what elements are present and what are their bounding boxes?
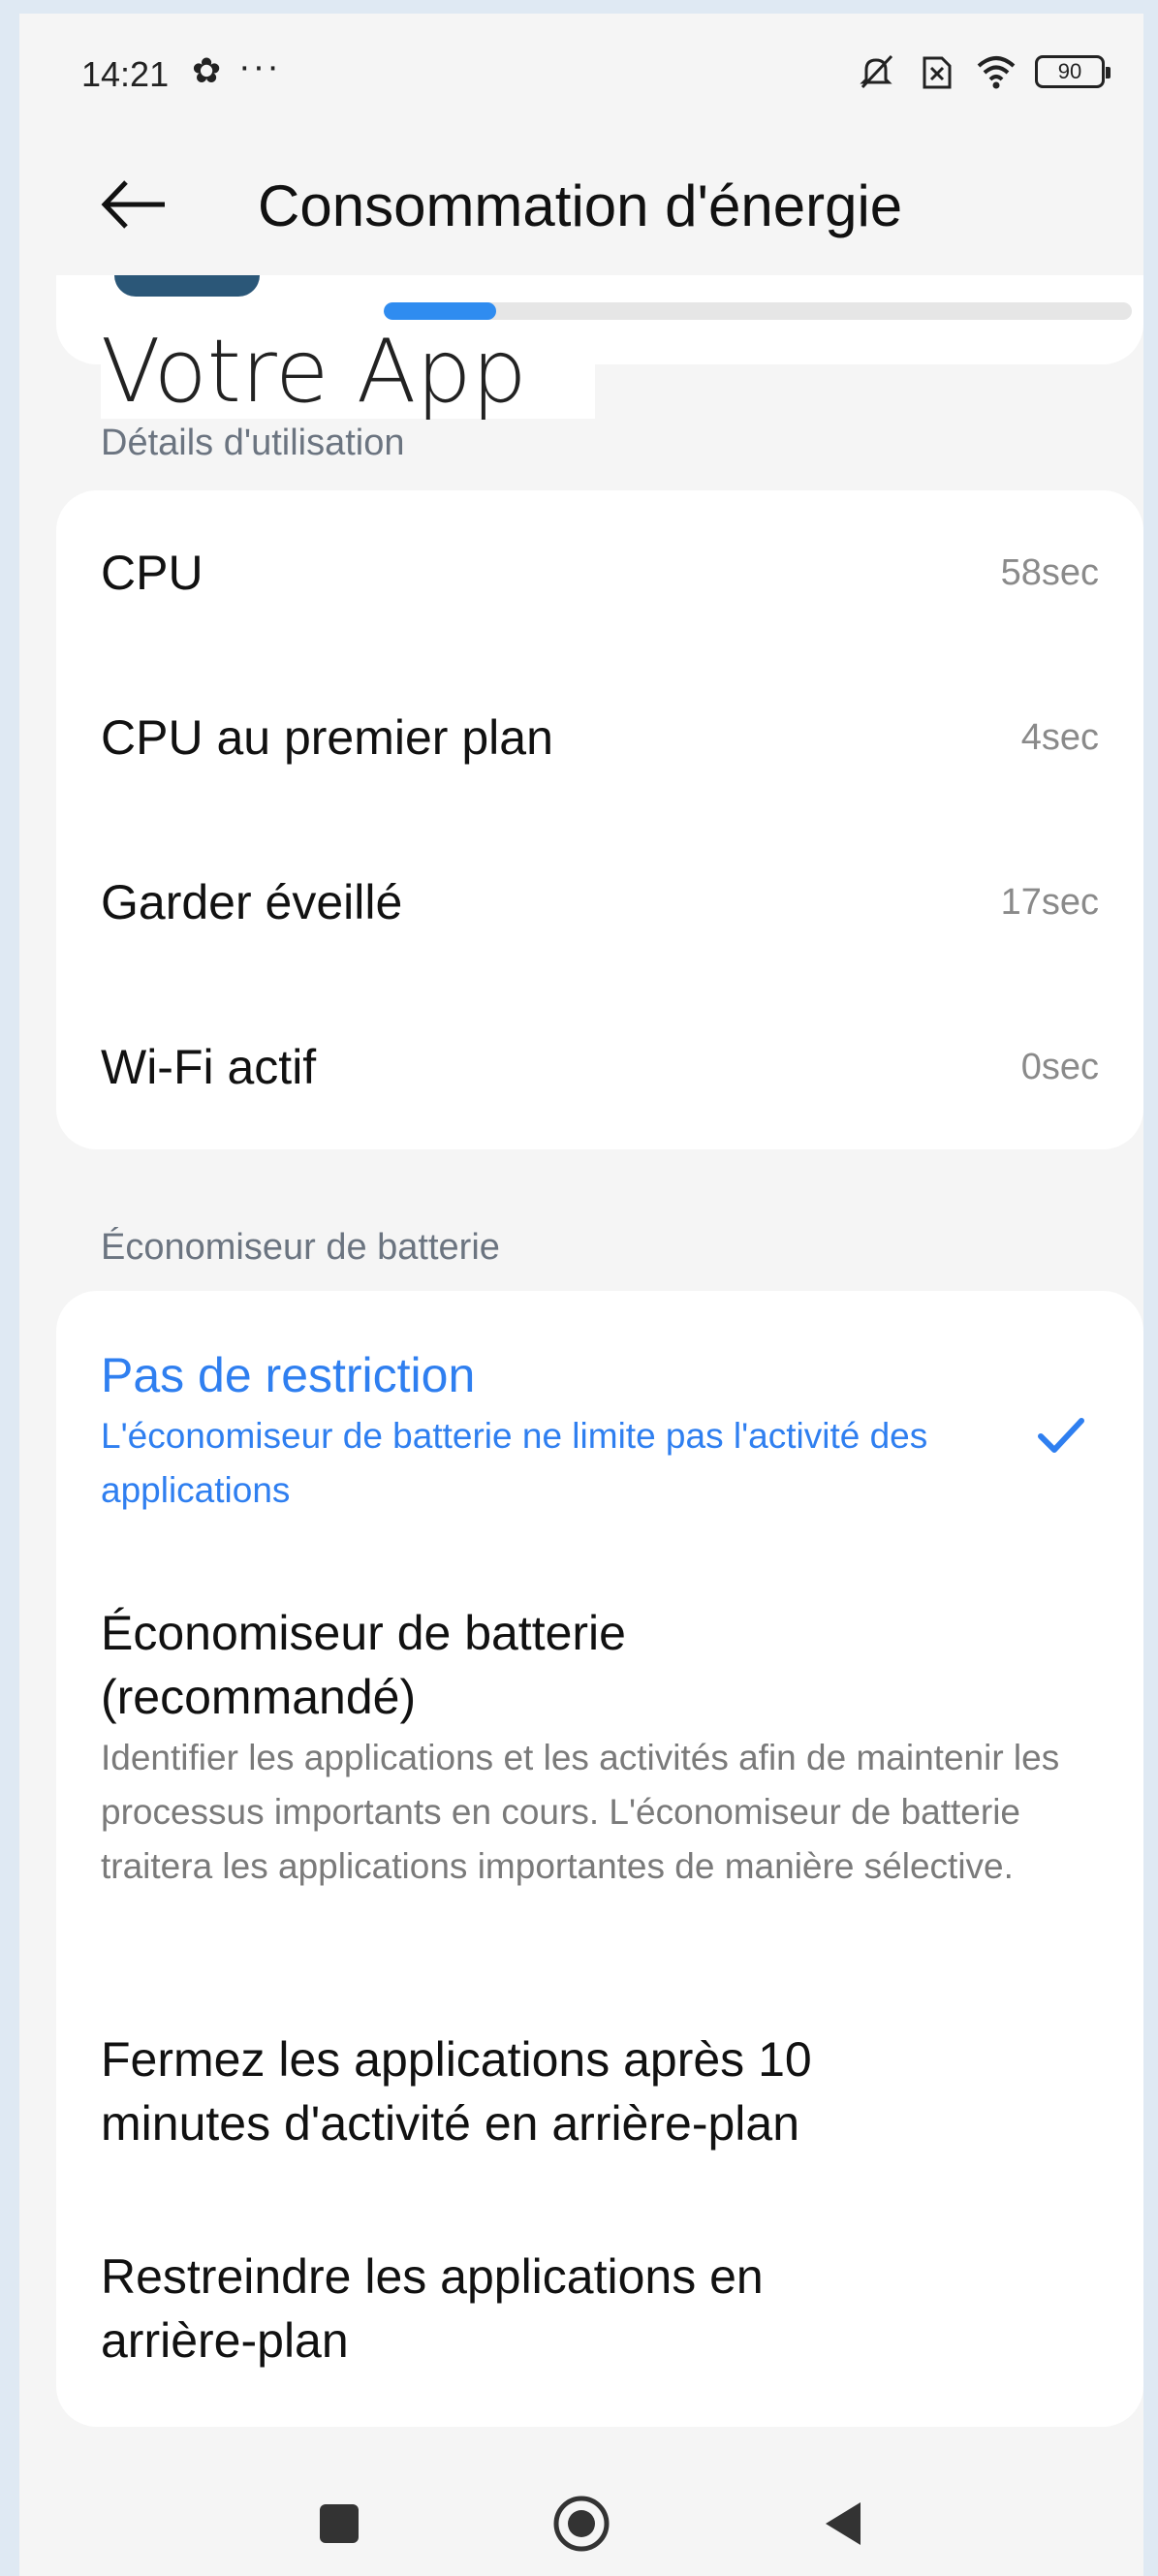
back-arrow-icon[interactable] xyxy=(95,171,172,238)
usage-row-cpu: CPU 58sec xyxy=(56,490,1143,655)
usage-row-wifi: Wi-Fi actif 0sec xyxy=(56,985,1143,1149)
sim-off-icon xyxy=(923,56,952,89)
phone-screen: 14:21 ✿ ··· 90 Consommation d'énergie Vo… xyxy=(19,14,1143,2576)
usage-row-label: Garder éveillé xyxy=(101,875,403,929)
battery-icon: 90 xyxy=(1035,55,1111,88)
battery-saver-card: Pas de restriction L'économiseur de batt… xyxy=(56,1291,1143,2427)
option-title: Fermez les applications après 10 minutes… xyxy=(101,2032,812,2151)
more-notifications-icon: ··· xyxy=(238,47,281,87)
usage-row-value: 0sec xyxy=(1020,1047,1099,1087)
option-title: Pas de restriction xyxy=(101,1348,476,1402)
option-title: Restreindre les applications en arrière-… xyxy=(101,2249,764,2368)
usage-details-card: CPU 58sec CPU au premier plan 4sec Garde… xyxy=(56,490,1143,1149)
option-description: Identifier les applications et les activ… xyxy=(101,1738,1060,1886)
option-battery-saver-recommended[interactable]: Économiseur de batterie (recommandé) Ide… xyxy=(101,1601,1070,1894)
usage-progress-bar xyxy=(384,302,1132,320)
usage-progress-fill xyxy=(384,302,496,320)
usage-row-label: Wi-Fi actif xyxy=(101,1040,317,1094)
app-icon xyxy=(114,275,260,297)
usage-row-value: 58sec xyxy=(1000,552,1099,593)
app-name-overlay: Votre App xyxy=(101,326,595,419)
home-circle-icon[interactable] xyxy=(543,2485,620,2562)
app-header: Consommation d'énergie xyxy=(19,159,1143,256)
option-no-restriction[interactable]: Pas de restriction L'économiseur de batt… xyxy=(101,1343,992,1518)
checkmark-icon xyxy=(1038,1418,1084,1453)
usage-row-value: 17sec xyxy=(1000,882,1099,923)
status-bar: 14:21 ✿ ··· 90 xyxy=(19,14,1143,130)
usage-row-keep-awake: Garder éveillé 17sec xyxy=(56,820,1143,985)
page-title: Consommation d'énergie xyxy=(258,173,903,238)
recents-square-icon[interactable] xyxy=(300,2485,378,2562)
back-triangle-icon[interactable] xyxy=(804,2485,882,2562)
wifi-icon xyxy=(977,56,1016,89)
gear-icon: ✿ xyxy=(192,50,222,90)
option-title: Économiseur de batterie (recommandé) xyxy=(101,1606,626,1724)
usage-row-value: 4sec xyxy=(1020,717,1099,758)
status-time: 14:21 xyxy=(81,54,170,94)
section-label-battery-saver: Économiseur de batterie xyxy=(101,1227,500,1268)
usage-row-cpu-foreground: CPU au premier plan 4sec xyxy=(56,655,1143,820)
usage-row-label: CPU xyxy=(101,546,203,600)
usage-row-label: CPU au premier plan xyxy=(101,710,553,765)
option-close-after-10-min[interactable]: Fermez les applications après 10 minutes… xyxy=(101,2027,973,2155)
section-label-usage: Détails d'utilisation xyxy=(101,423,405,463)
mute-icon xyxy=(860,54,893,89)
status-icons: 90 xyxy=(855,50,1111,93)
navigation-bar xyxy=(19,2466,1143,2572)
option-restrict-background[interactable]: Restreindre les applications en arrière-… xyxy=(101,2245,876,2372)
option-description: L'économiseur de batterie ne limite pas … xyxy=(101,1416,928,1510)
